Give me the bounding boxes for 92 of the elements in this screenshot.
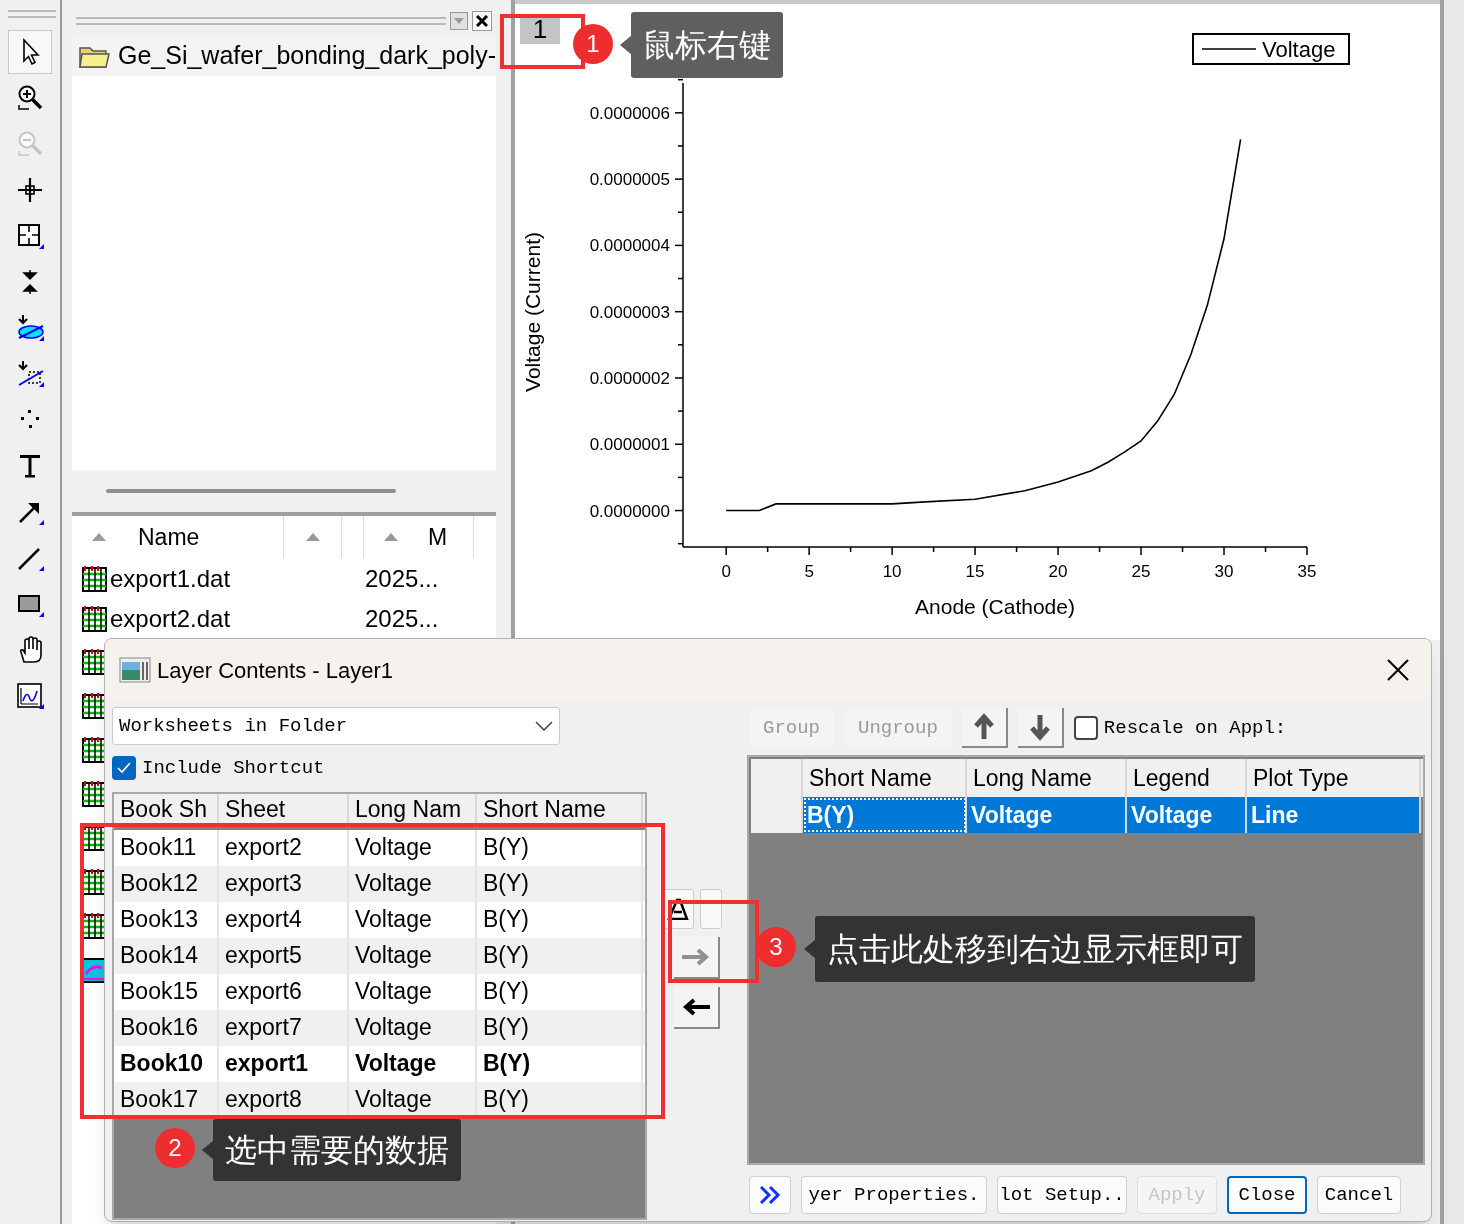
frame-icon [15, 221, 45, 251]
tick-label: 20 [1048, 562, 1068, 581]
panel-grip[interactable] [76, 17, 446, 25]
ellipse-icon [15, 313, 45, 343]
zoom-in-icon [15, 83, 45, 113]
table-row[interactable]: Book11 export2 Voltage B(Y) [114, 829, 645, 866]
tick-label: 0.0000005 [589, 170, 670, 190]
dialog-button[interactable]: yer Properties. [801, 1176, 987, 1214]
table-row[interactable]: Book12 export3 Voltage B(Y) [114, 865, 645, 902]
tick-label: 0.0000000 [589, 501, 670, 521]
file-date: 2025... [365, 604, 439, 634]
sort-arrow-icon [384, 533, 398, 541]
table-row[interactable]: Book15 export6 Voltage B(Y) [114, 973, 645, 1010]
pointer-tool-button[interactable] [8, 30, 52, 74]
dialog-button[interactable]: lot Setup.. [997, 1176, 1127, 1214]
sort-arrow-icon [305, 533, 320, 541]
source-dropdown[interactable]: Worksheets in Folder [112, 707, 560, 745]
up-arrow-icon [972, 713, 995, 741]
legend-label: Voltage [1262, 37, 1336, 62]
tick-label: 5 [804, 562, 814, 581]
table-row[interactable]: Book14 export5 Voltage B(Y) [114, 937, 645, 974]
legend-line-sample [1201, 48, 1257, 50]
file-name: export1.dat [109, 564, 232, 594]
folder-name: Ge_Si_wafer_bonding_dark_poly- [117, 40, 496, 72]
table-cell[interactable]: Line [1247, 797, 1421, 833]
column-header-label: M [428, 522, 448, 552]
tick-label: 0.0000001 [589, 435, 670, 455]
window-title: Layer Contents - Layer1 [157, 656, 395, 685]
tick-label: 0.0000002 [589, 368, 670, 388]
column-header[interactable]: Book Sh [114, 793, 219, 827]
rescale-checkbox[interactable] [1073, 716, 1098, 740]
file-date: 2025... [365, 564, 439, 594]
callout-label: 点击此处移到右边显示框即可 [815, 916, 1255, 982]
dropdown-button[interactable] [700, 889, 722, 929]
plot-row[interactable]: B(Y) Voltage Voltage Line [751, 797, 1423, 833]
tick-label: 0 [721, 562, 731, 581]
include-shortcut-checkbox[interactable] [112, 756, 136, 781]
callout-label: 选中需要的数据 [213, 1119, 461, 1181]
dropdown-value: Worksheets in Folder [119, 713, 348, 739]
window-icon [119, 656, 151, 684]
double-chevron-icon [759, 1185, 781, 1205]
dialog-button[interactable]: Close [1227, 1176, 1307, 1214]
move-down-button[interactable] [1017, 708, 1064, 748]
zoom-out-icon [15, 129, 45, 159]
expand-button[interactable] [749, 1176, 791, 1214]
column-header[interactable]: Name [72, 516, 284, 558]
tick-label: 30 [1214, 562, 1234, 581]
tick-label: 15 [965, 562, 985, 581]
column-header[interactable]: Sheet [219, 793, 349, 827]
checkbox-label: Include Shortcut [142, 756, 325, 781]
folder-item[interactable]: Ge_Si_wafer_bonding_dark_poly- [72, 36, 496, 76]
checkbox-label: Rescale on Appl: [1103, 715, 1287, 741]
sort-arrow-icon [92, 533, 106, 541]
tick-label: 0.0000003 [589, 302, 670, 322]
column-header[interactable]: M [364, 516, 474, 558]
table-cell[interactable]: Voltage [1127, 797, 1247, 833]
chart-icon [15, 681, 45, 711]
caret-icon [454, 18, 464, 24]
table-cell[interactable]: B(Y) [803, 797, 967, 833]
tick-label: 0.0000006 [589, 103, 670, 123]
tick-label: 10 [882, 562, 902, 581]
dialog-button[interactable]: Cancel [1317, 1176, 1401, 1214]
axis-title: Anode (Cathode) [915, 595, 1075, 618]
axis-title: Voltage (Current) [521, 232, 544, 392]
column-header[interactable]: Short Name [477, 793, 643, 827]
file-row[interactable]: export2.dat 2025... [72, 600, 496, 638]
file-row[interactable]: export1.dat 2025... [72, 560, 496, 598]
table-row[interactable]: Book10 export1 Voltage B(Y) [114, 1045, 645, 1082]
crosshair-icon [15, 175, 45, 205]
tick-label: 25 [1131, 562, 1151, 581]
close-icon [1387, 659, 1409, 681]
close-button[interactable] [472, 11, 492, 31]
worksheet-icon [80, 605, 108, 633]
worksheet-icon [80, 565, 108, 593]
file-name: export2.dat [109, 604, 232, 634]
tick-label: 35 [1297, 562, 1317, 581]
remove-button[interactable] [674, 987, 720, 1029]
down-arrow-icon [1028, 713, 1051, 741]
toolbar-grip[interactable] [8, 10, 56, 18]
column-header[interactable]: Long Nam [349, 793, 477, 827]
tick-label: 0.0000004 [589, 236, 670, 256]
close-icon [476, 15, 488, 27]
scrollbar-thumb[interactable] [106, 489, 396, 493]
table-cell[interactable]: Voltage [967, 797, 1127, 833]
check-icon [117, 762, 131, 775]
chevron-down-icon [535, 721, 553, 731]
table-row[interactable]: Book13 export4 Voltage B(Y) [114, 901, 645, 938]
move-up-button[interactable] [961, 708, 1008, 748]
region-icon [15, 359, 45, 389]
table-row[interactable]: Book16 export7 Voltage B(Y) [114, 1009, 645, 1046]
callout-label: 鼠标右键 [631, 12, 783, 78]
column-header-label: Name [138, 522, 200, 552]
